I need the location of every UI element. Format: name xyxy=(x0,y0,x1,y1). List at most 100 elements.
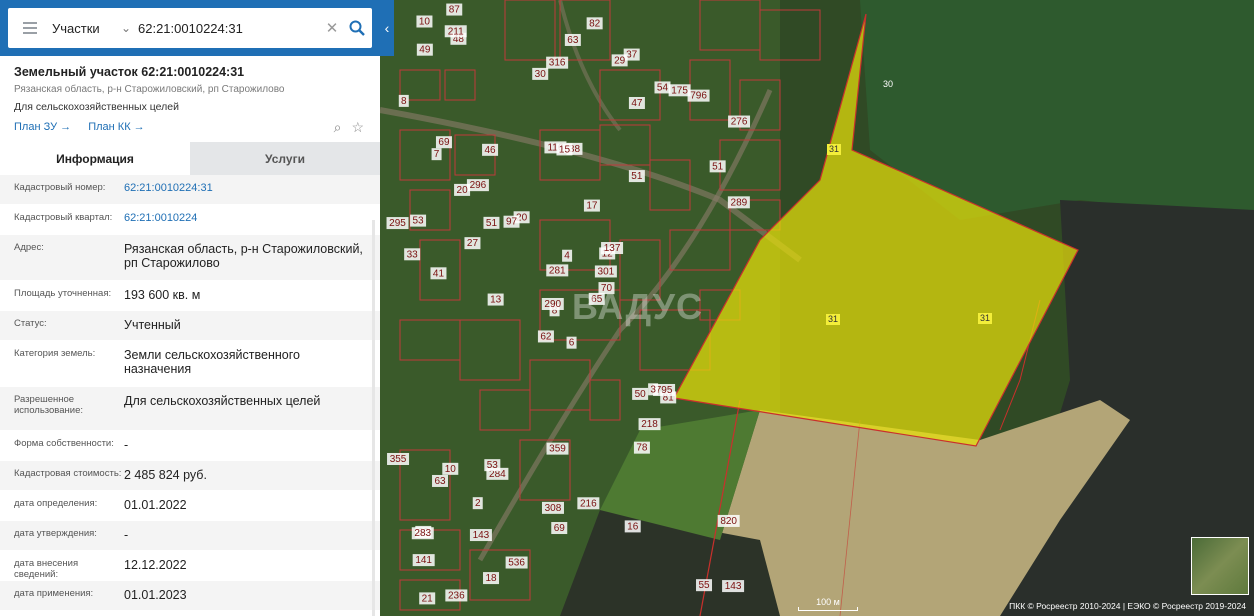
info-label: Категория земель: xyxy=(14,348,96,359)
plot-number-label: 290 xyxy=(541,297,564,310)
info-row: Площадь уточненная: 193 600 кв. м xyxy=(0,281,380,311)
svg-text:78: 78 xyxy=(636,443,648,454)
scrollbar[interactable] xyxy=(372,220,375,616)
plot-number-label: 33 xyxy=(404,248,421,261)
info-row: дата внесения сведений: 12.12.2022 xyxy=(0,551,380,581)
plot-number-label: 4 xyxy=(562,249,573,262)
plot-number-label: 16 xyxy=(624,520,641,533)
svg-text:20: 20 xyxy=(457,185,469,196)
svg-text:37: 37 xyxy=(626,50,638,61)
info-value: 193 600 кв. м xyxy=(124,288,201,302)
info-label: Кадастровый квартал: xyxy=(14,212,113,223)
info-row: дата применения: 01.01.2023 xyxy=(0,581,380,611)
plot-number-label: 53 xyxy=(410,214,427,227)
plot-number-label: 359 xyxy=(546,442,569,455)
plan-kk-link[interactable]: План КК → xyxy=(88,121,144,133)
svg-text:21: 21 xyxy=(422,593,434,604)
info-value-link[interactable]: 62:21:0010224 xyxy=(124,212,380,234)
info-value-link[interactable]: 62:21:0010224:31 xyxy=(124,182,380,204)
svg-text:51: 51 xyxy=(712,161,724,172)
svg-text:27: 27 xyxy=(467,238,479,249)
info-value: Земли сельскохозяйственного назначения xyxy=(124,348,300,376)
svg-text:795: 795 xyxy=(656,385,673,396)
info-value: 01.01.2022 xyxy=(124,498,187,512)
plot-number-label: 13 xyxy=(487,293,504,306)
svg-text:316: 316 xyxy=(549,58,566,69)
plot-number-label: 69 xyxy=(435,136,452,149)
info-value: 12.12.2022 xyxy=(124,558,187,572)
clear-icon[interactable]: ✕ xyxy=(322,19,342,37)
search-box: Участки ⌄ ✕ xyxy=(8,8,372,48)
search-on-map-icon[interactable]: ⌕ xyxy=(334,119,342,136)
star-icon[interactable]: ☆ xyxy=(351,119,364,136)
menu-icon[interactable] xyxy=(8,8,52,48)
search-input[interactable] xyxy=(138,20,322,36)
tab-info[interactable]: Информация xyxy=(0,142,190,175)
info-row: дата определения: 01.01.2022 xyxy=(0,491,380,521)
plot-number-label: 3 xyxy=(648,383,659,396)
plot-number-label: 7 xyxy=(431,148,442,161)
svg-text:218: 218 xyxy=(641,419,658,430)
svg-text:16: 16 xyxy=(627,521,639,532)
info-table: Кадастровый номер: 62:21:0010224:31 Кадаст… xyxy=(0,175,380,616)
svg-text:216: 216 xyxy=(580,498,597,509)
parcel-label: 30 xyxy=(883,79,893,89)
info-value: Рязанская область, р-н Старожиловский, р… xyxy=(124,242,363,270)
parcel-address: Рязанская область, р-н Старожиловский, р… xyxy=(14,84,285,95)
plot-number-label: 63 xyxy=(564,33,581,46)
plot-number-label: 536 xyxy=(505,556,528,569)
plot-number-label: 6 xyxy=(566,336,577,349)
svg-text:355: 355 xyxy=(390,454,407,465)
plot-number-label: 2 xyxy=(472,497,483,510)
info-label: дата внесения сведений: xyxy=(14,558,79,580)
svg-text:301: 301 xyxy=(598,266,615,277)
plot-number-label: 295 xyxy=(386,217,409,230)
svg-text:82: 82 xyxy=(589,18,601,29)
svg-text:54: 54 xyxy=(657,82,669,93)
basemap-switcher[interactable] xyxy=(1191,537,1249,595)
svg-text:30: 30 xyxy=(883,79,893,89)
plot-number-label: 97 xyxy=(503,215,520,228)
svg-text:50: 50 xyxy=(635,389,647,400)
parcel-header: Земельный участок 62:21:0010224:31 Рязан… xyxy=(0,56,380,141)
svg-text:796: 796 xyxy=(690,91,707,102)
plot-number-label: 69 xyxy=(551,522,568,535)
tab-bar: Информация Услуги xyxy=(0,142,380,175)
svg-text:137: 137 xyxy=(604,243,621,254)
info-value: Для сельскохозяйственных целей xyxy=(124,394,321,408)
plot-number-label: 15 xyxy=(556,143,573,156)
svg-text:63: 63 xyxy=(434,476,446,487)
svg-text:31: 31 xyxy=(828,314,838,324)
info-row: Форма собственности: - xyxy=(0,431,380,461)
svg-text:4: 4 xyxy=(564,251,570,262)
search-category[interactable]: Участки xyxy=(52,21,114,36)
plot-number-label: 289 xyxy=(727,196,750,209)
plot-number-label: 87 xyxy=(446,3,463,16)
svg-text:47: 47 xyxy=(631,98,643,109)
plan-zu-link[interactable]: План ЗУ → xyxy=(14,121,71,133)
search-button[interactable] xyxy=(342,8,372,48)
plot-number-label: 355 xyxy=(387,452,410,465)
svg-text:3: 3 xyxy=(650,384,656,395)
svg-text:283: 283 xyxy=(414,528,431,539)
plan-links: План ЗУ → План КК → ⌕ ☆ xyxy=(14,119,380,141)
collapse-panel-button[interactable]: ‹ xyxy=(380,0,394,56)
tab-services[interactable]: Услуги xyxy=(190,142,380,175)
info-label: дата применения: xyxy=(14,588,94,599)
svg-text:10: 10 xyxy=(419,16,431,27)
svg-text:308: 308 xyxy=(545,503,562,514)
chevron-left-icon: ‹ xyxy=(384,20,390,36)
plot-number-label: 46 xyxy=(482,143,499,156)
svg-text:13: 13 xyxy=(490,295,502,306)
svg-text:211: 211 xyxy=(448,26,464,37)
info-label: дата утверждения: xyxy=(14,528,97,539)
search-bar: Участки ⌄ ✕ xyxy=(0,0,394,56)
svg-text:2: 2 xyxy=(475,498,481,509)
plot-number-label: 141 xyxy=(412,554,435,567)
plot-number-label: 276 xyxy=(728,115,751,128)
plot-number-label: 20 xyxy=(454,183,471,196)
plot-number-label: 47 xyxy=(628,96,645,109)
chevron-down-icon[interactable]: ⌄ xyxy=(114,21,138,35)
info-row: Адрес: Рязанская область, р-н Старожиловс… xyxy=(0,235,380,281)
info-value: - xyxy=(124,528,129,542)
